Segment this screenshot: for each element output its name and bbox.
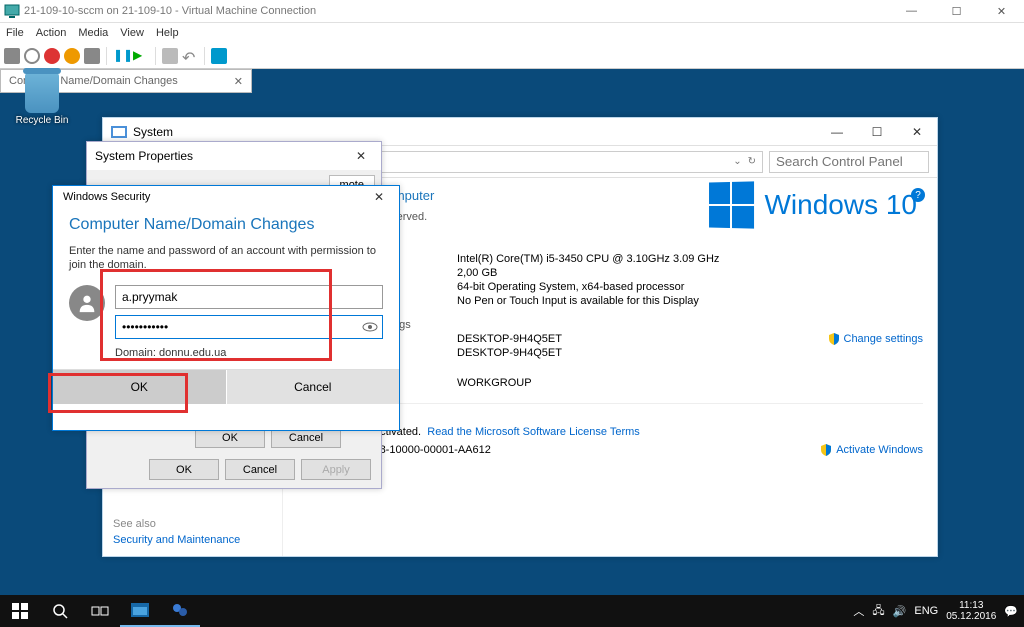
- vm-titlebar: 21-109-10-sccm on 21-109-10 - Virtual Ma…: [0, 0, 1024, 23]
- sec-title: Windows Security: [63, 191, 150, 203]
- tray-network-icon[interactable]: 🖧: [872, 602, 884, 621]
- search-icon[interactable]: [40, 595, 80, 627]
- system-close-button[interactable]: ✕: [897, 118, 937, 146]
- menu-view[interactable]: View: [120, 27, 144, 39]
- menu-media[interactable]: Media: [78, 27, 108, 39]
- vm-menubar: File Action Media View Help: [0, 23, 1024, 43]
- windows-logo-text: Windows 10: [764, 189, 917, 221]
- menu-help[interactable]: Help: [156, 27, 179, 39]
- taskbar-app-dialog[interactable]: [160, 595, 200, 627]
- recycle-bin-label: Recycle Bin: [12, 115, 72, 126]
- search-input[interactable]: [769, 151, 929, 173]
- sysprops-ok-button[interactable]: OK: [149, 459, 219, 480]
- spec-cpu: Intel(R) Core(TM) i5-3450 CPU @ 3.10GHz …: [457, 253, 719, 265]
- sec-heading: Computer Name/Domain Changes: [69, 216, 383, 234]
- start-button[interactable]: [0, 595, 40, 627]
- taskview-icon[interactable]: [80, 595, 120, 627]
- tray-clock[interactable]: 11:13 05.12.2016: [946, 600, 996, 622]
- cndc-close-button[interactable]: ✕: [234, 75, 243, 88]
- recycle-bin[interactable]: Recycle Bin: [12, 73, 72, 126]
- system-window-title: System: [133, 125, 173, 139]
- sec-close-button[interactable]: ✕: [359, 183, 399, 211]
- toolbar-checkpoint-icon[interactable]: [162, 48, 178, 64]
- menu-file[interactable]: File: [6, 27, 24, 39]
- sec-description: Enter the name and password of an accoun…: [69, 244, 383, 273]
- tray-language[interactable]: ENG: [914, 605, 938, 617]
- breadcrumb-dropdown-icon[interactable]: ⌄: [733, 156, 741, 167]
- spec-os: 64-bit Operating System, x64-based proce…: [457, 281, 684, 293]
- menu-action[interactable]: Action: [36, 27, 67, 39]
- tray-volume-icon[interactable]: 🔊: [893, 605, 907, 618]
- system-max-button[interactable]: ☐: [857, 118, 897, 146]
- sec-cancel-button[interactable]: Cancel: [226, 370, 400, 404]
- sysprops-title: System Properties: [95, 149, 193, 163]
- full-computer-name: DESKTOP-9H4Q5ET: [457, 347, 562, 359]
- guest-desktop: Recycle Bin System — ☐ ✕ ← → ↑ System ⌄ …: [0, 69, 1024, 627]
- toolbar-ctrlaltdel-icon[interactable]: [4, 48, 20, 64]
- vm-min-button[interactable]: —: [889, 0, 934, 23]
- sysprops-apply-button[interactable]: Apply: [301, 459, 371, 480]
- vm-toolbar: ❚❚ ▶ ↶: [0, 43, 1024, 69]
- vm-title: 21-109-10-sccm on 21-109-10 - Virtual Ma…: [24, 5, 316, 17]
- vm-close-button[interactable]: ✕: [979, 0, 1024, 23]
- recycle-bin-icon: [25, 73, 59, 113]
- change-settings-link[interactable]: Change settings: [828, 333, 924, 345]
- toolbar-start-icon[interactable]: [24, 48, 40, 64]
- password-input[interactable]: [115, 315, 383, 339]
- toolbar-shutdown-icon[interactable]: [64, 48, 80, 64]
- toolbar-reset-icon[interactable]: ▶: [133, 48, 149, 64]
- taskbar: ︿ 🖧 🔊 ENG 11:13 05.12.2016 💬: [0, 595, 1024, 627]
- license-terms-link[interactable]: Read the Microsoft Software License Term…: [427, 426, 640, 438]
- toolbar-turnoff-icon[interactable]: [44, 48, 60, 64]
- sysprops-close-button[interactable]: ✕: [341, 142, 381, 170]
- computer-name: DESKTOP-9H4Q5ET: [457, 333, 562, 345]
- vm-max-button[interactable]: ☐: [934, 0, 979, 23]
- tray-notifications-icon[interactable]: 💬: [1004, 605, 1018, 618]
- reveal-password-icon[interactable]: [361, 319, 379, 335]
- username-input[interactable]: [115, 285, 383, 309]
- system-window-icon: [111, 124, 127, 140]
- toolbar-enhanced-icon[interactable]: [211, 48, 227, 64]
- spec-touch: No Pen or Touch Input is available for t…: [457, 295, 699, 307]
- windows-logo: Windows 10: [708, 182, 917, 228]
- refresh-icon[interactable]: ↻: [748, 156, 756, 167]
- activate-windows-link[interactable]: Activate Windows: [820, 444, 923, 456]
- vm-icon: [4, 3, 20, 19]
- tray-chevron-icon[interactable]: ︿: [853, 603, 864, 619]
- security-maintenance-link[interactable]: Security and Maintenance: [113, 534, 273, 546]
- toolbar-pause-icon[interactable]: ❚❚: [113, 48, 129, 64]
- sysprops-cancel-button[interactable]: Cancel: [225, 459, 295, 480]
- see-also-label: See also: [113, 518, 273, 530]
- domain-label: Domain: donnu.edu.ua: [115, 347, 383, 359]
- taskbar-app-explorer[interactable]: [120, 595, 160, 627]
- workgroup: WORKGROUP: [457, 377, 532, 389]
- windows-security-dialog: Windows Security ✕ Computer Name/Domain …: [52, 185, 400, 431]
- sec-ok-button[interactable]: OK: [53, 370, 226, 404]
- toolbar-save-icon[interactable]: [84, 48, 100, 64]
- user-avatar-icon: [69, 285, 105, 321]
- spec-ram: 2,00 GB: [457, 267, 497, 279]
- system-min-button[interactable]: —: [817, 118, 857, 146]
- toolbar-revert-icon[interactable]: ↶: [182, 48, 198, 64]
